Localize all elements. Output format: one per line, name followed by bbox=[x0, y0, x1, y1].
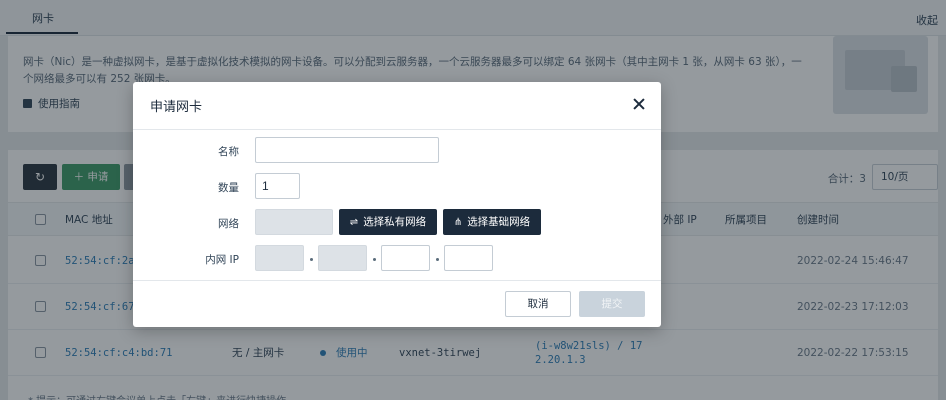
name-input[interactable] bbox=[255, 137, 439, 163]
ip-separator bbox=[373, 258, 376, 261]
dialog-title: 申请网卡 bbox=[150, 100, 203, 115]
apply-nic-dialog: 申请网卡 名称 数量 1 网络 ⇌ 选择私有网络 ⋔ 选择基础网络 内网 IP 取消… bbox=[133, 82, 661, 327]
select-private-network-label: 选择私有网络 bbox=[363, 216, 427, 228]
ip-octet-1 bbox=[255, 245, 304, 271]
divider bbox=[133, 129, 661, 130]
submit-button[interactable]: 提交 bbox=[579, 291, 645, 317]
ip-octet-4[interactable] bbox=[444, 245, 493, 271]
select-base-network-button[interactable]: ⋔ 选择基础网络 bbox=[443, 209, 541, 235]
quantity-input[interactable]: 1 bbox=[255, 173, 300, 199]
cancel-button[interactable]: 取消 bbox=[505, 291, 571, 317]
select-private-network-button[interactable]: ⇌ 选择私有网络 bbox=[339, 209, 437, 235]
quantity-label: 数量 bbox=[218, 182, 239, 194]
network-label: 网络 bbox=[218, 218, 239, 230]
ip-octet-2 bbox=[318, 245, 367, 271]
ip-separator bbox=[436, 258, 439, 261]
network-tree-icon: ⋔ bbox=[453, 217, 463, 228]
select-base-network-label: 选择基础网络 bbox=[467, 216, 531, 228]
close-icon[interactable] bbox=[633, 98, 645, 110]
network-input bbox=[255, 209, 333, 235]
switch-icon: ⇌ bbox=[349, 217, 359, 228]
ip-separator bbox=[310, 258, 313, 261]
divider bbox=[133, 280, 661, 281]
ip-octet-3[interactable] bbox=[381, 245, 430, 271]
ip-label: 内网 IP bbox=[205, 254, 239, 266]
name-label: 名称 bbox=[218, 146, 239, 158]
